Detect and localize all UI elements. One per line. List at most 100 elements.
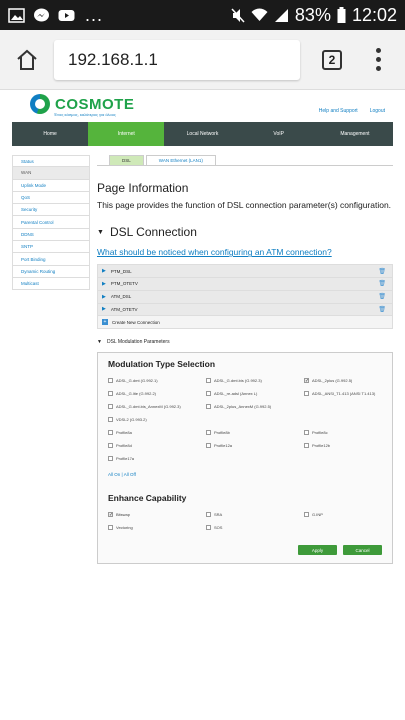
help-link[interactable]: Help and Support <box>319 108 358 114</box>
create-new-connection-button[interactable]: + Create New Connection <box>98 316 392 329</box>
all-on-link[interactable]: All On <box>108 472 120 477</box>
sidebar-item-qos[interactable]: QoS <box>12 191 90 205</box>
connection-row[interactable]: ▶ PTM_OTETV 🗑 <box>98 277 392 291</box>
checkbox[interactable] <box>206 524 211 530</box>
trash-icon[interactable]: 🗑 <box>378 280 386 287</box>
cancel-button[interactable]: Cancel <box>343 545 382 556</box>
option-label: Profile12a <box>214 442 233 448</box>
nav-management[interactable]: Management <box>317 122 393 146</box>
checkbox[interactable]: ✓ <box>108 511 113 517</box>
sidebar-item-wan[interactable]: WAN <box>12 167 90 180</box>
modulation-option[interactable]: Profile12a <box>206 441 304 449</box>
modulation-option[interactable]: ADSL_G.dmt (G.992.1) <box>108 376 206 384</box>
modulation-option[interactable]: ADSL_G.lite (G.992.2) <box>108 389 206 397</box>
modulation-option[interactable]: Profile8d <box>108 441 206 449</box>
modulation-option[interactable]: VDSL2 (G.993.2) <box>108 415 206 423</box>
tab-wan-ethernet[interactable]: WAN Ethernet (LAN1) <box>145 155 216 165</box>
nav-voip[interactable]: VoIP <box>241 122 317 146</box>
connection-row[interactable]: ▶ ATM_DSL 🗑 <box>98 290 392 304</box>
empty-cell <box>304 402 382 410</box>
checkbox[interactable] <box>304 442 309 448</box>
dsl-params-panel: Modulation Type Selection ADSL_G.dmt (G.… <box>97 352 393 565</box>
main-nav: Home Internet Local Network VoIP Managem… <box>12 122 393 146</box>
capability-option[interactable]: SOS <box>206 523 304 531</box>
trash-icon[interactable]: 🗑 <box>378 268 386 275</box>
plus-icon: + <box>102 319 108 326</box>
sidebar-item-port-binding[interactable]: Port Binding <box>12 253 90 266</box>
nav-internet[interactable]: Internet <box>88 122 165 146</box>
option-label: G.INP <box>312 511 323 517</box>
checkbox[interactable] <box>108 429 113 435</box>
checkbox[interactable] <box>206 442 211 448</box>
browser-menu-button[interactable] <box>356 30 400 90</box>
option-label: Profile8c <box>312 429 328 435</box>
connection-row[interactable]: ▶ PTM_DSL 🗑 <box>98 265 392 278</box>
option-label: ADSL_G.lite (G.992.2) <box>116 390 157 396</box>
capability-option[interactable]: SRA <box>206 510 304 518</box>
youtube-icon <box>58 9 75 21</box>
modulation-option[interactable]: Profile17a <box>108 454 206 462</box>
dsl-connection-section-toggle[interactable]: ▼ DSL Connection <box>97 225 393 239</box>
checkbox[interactable] <box>108 524 113 530</box>
trash-icon[interactable]: 🗑 <box>378 293 386 300</box>
sidebar-item-dynamic-routing[interactable]: Dynamic Routing <box>12 265 90 278</box>
url-field[interactable]: 192.168.1.1 <box>54 39 300 80</box>
checkbox[interactable] <box>206 429 211 435</box>
capability-option[interactable]: ✓ Bitswap <box>108 510 206 518</box>
sidebar-item-uplink-mode[interactable]: Uplink Mode <box>12 179 90 192</box>
checkbox[interactable] <box>206 390 211 396</box>
nav-local-network[interactable]: Local Network <box>164 122 240 146</box>
checkbox[interactable]: ✓ <box>304 377 309 383</box>
checkbox[interactable] <box>108 416 113 422</box>
checkbox[interactable] <box>304 429 309 435</box>
atm-help-link[interactable]: What should be noticed when configuring … <box>97 247 393 257</box>
checkbox[interactable] <box>304 511 309 517</box>
modulation-option[interactable]: Profile8b <box>206 428 304 436</box>
sidebar-item-status[interactable]: Status <box>12 155 90 168</box>
sidebar-item-security[interactable]: Security <box>12 204 90 217</box>
browser-toolbar: 192.168.1.1 2 <box>0 30 405 90</box>
option-label: Profile17a <box>116 455 135 461</box>
nav-home[interactable]: Home <box>12 122 88 146</box>
tab-switcher-button[interactable]: 2 <box>322 49 342 70</box>
option-label: ADSL_ANSI_T1.413 (ANSI T1.413) <box>312 390 376 396</box>
sidebar-item-parental-control[interactable]: Parental Control <box>12 216 90 229</box>
checkbox[interactable] <box>206 511 211 517</box>
modulation-option[interactable]: Profile8c <box>304 428 382 436</box>
connection-list: ▶ PTM_DSL 🗑 ▶ PTM_OTETV 🗑 ▶ ATM_DSL 🗑 ▶ … <box>97 264 393 330</box>
option-label: VDSL2 (G.993.2) <box>116 416 147 422</box>
sidebar-item-ddns[interactable]: DDNS <box>12 228 90 242</box>
option-label: ADSL_re-adsl (Annex L) <box>214 390 258 396</box>
capability-option[interactable]: G.INP <box>304 510 382 518</box>
connection-row[interactable]: ▶ ATM_OTETV 🗑 <box>98 303 392 317</box>
page-description: This page provides the function of DSL c… <box>97 200 392 210</box>
apply-button[interactable]: Apply <box>298 545 337 556</box>
checkbox[interactable] <box>108 377 113 383</box>
page-title: Page Information <box>97 181 189 195</box>
checkbox[interactable] <box>108 403 113 409</box>
trash-icon[interactable]: 🗑 <box>378 306 386 313</box>
capability-option[interactable]: Vectoring <box>108 523 206 531</box>
checkbox[interactable] <box>304 390 309 396</box>
checkbox[interactable] <box>206 377 211 383</box>
modulation-option[interactable]: ADSL_G.dmt.bis (G.992.3) <box>206 376 304 384</box>
tab-dsl[interactable]: DSL <box>109 155 144 165</box>
modulation-option[interactable]: Profile8a <box>108 428 206 436</box>
modulation-option[interactable]: ADSL_2plus_AnnexM (G.992.5) <box>206 402 304 410</box>
logout-link[interactable]: Logout <box>370 108 385 114</box>
modulation-option[interactable]: ✓ ADSL_2plus (G.992.5) <box>304 376 382 384</box>
checkbox[interactable] <box>108 390 113 396</box>
modulation-option[interactable]: ADSL_ANSI_T1.413 (ANSI T1.413) <box>304 389 382 397</box>
home-button[interactable] <box>0 30 54 90</box>
dsl-params-toggle[interactable]: ▼ DSL Modulation Parameters <box>97 339 393 345</box>
modulation-option[interactable]: Profile12b <box>304 441 382 449</box>
checkbox[interactable] <box>108 442 113 448</box>
option-label: ADSL_2plus (G.992.5) <box>312 377 353 383</box>
all-off-link[interactable]: All Off <box>124 472 136 477</box>
checkbox[interactable] <box>206 403 211 409</box>
checkbox[interactable] <box>108 455 113 461</box>
modulation-option[interactable]: ADSL_G.dmt.bis_AnnexM (G.992.3) <box>108 402 206 410</box>
sidebar-item-multicast[interactable]: Multicast <box>12 277 90 291</box>
sidebar-item-sntp[interactable]: SNTP <box>12 241 90 254</box>
modulation-option[interactable]: ADSL_re-adsl (Annex L) <box>206 389 304 397</box>
